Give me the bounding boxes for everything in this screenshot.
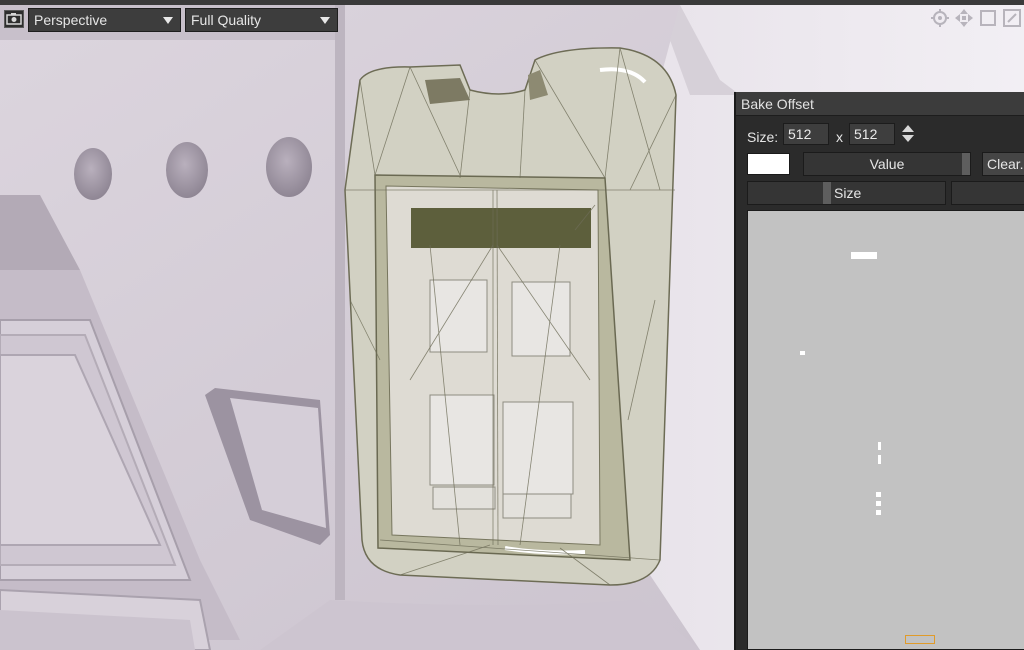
texture-mark <box>878 442 881 450</box>
chevron-down-icon <box>320 17 330 24</box>
clear-button[interactable]: Clear... <box>982 152 1024 176</box>
texture-mark <box>876 501 881 506</box>
slider-handle[interactable] <box>962 153 970 175</box>
texture-mark <box>876 510 881 515</box>
uv-highlight <box>905 635 935 644</box>
chevron-down-icon <box>163 17 173 24</box>
bake-offset-panel: Bake Offset Size: 512 x 512 Value Clear.… <box>734 92 1024 650</box>
size-slider[interactable]: Size <box>747 181 946 205</box>
color-swatch[interactable] <box>747 153 790 175</box>
view-mode-label: Perspective <box>34 12 108 28</box>
camera-icon[interactable] <box>4 10 24 28</box>
value-slider-label: Value <box>869 156 905 172</box>
size-label: Size: <box>747 129 779 145</box>
slider-handle[interactable] <box>823 182 831 204</box>
texture-mark <box>878 455 881 464</box>
size-spinner[interactable] <box>901 124 915 144</box>
size-slider-label: Size <box>834 185 862 201</box>
increment-icon[interactable] <box>902 125 914 132</box>
move-icon[interactable] <box>954 8 974 28</box>
viewport-nav-icons <box>930 8 1022 28</box>
quality-label: Full Quality <box>191 12 262 28</box>
height-field[interactable]: 512 <box>849 123 895 145</box>
value-slider[interactable]: Value <box>803 152 971 176</box>
decrement-icon[interactable] <box>902 135 914 142</box>
settings-icon[interactable] <box>930 8 950 28</box>
bake-offset-canvas[interactable] <box>747 210 1024 650</box>
texture-mark <box>851 252 877 259</box>
dimension-separator: x <box>836 129 843 145</box>
width-field[interactable]: 512 <box>783 123 829 145</box>
edit-icon[interactable] <box>1002 8 1022 28</box>
frame-icon[interactable] <box>978 8 998 28</box>
secondary-slider[interactable] <box>951 181 1024 205</box>
quality-dropdown[interactable]: Full Quality <box>185 8 338 32</box>
view-mode-dropdown[interactable]: Perspective <box>28 8 181 32</box>
texture-mark <box>800 351 805 355</box>
panel-title[interactable]: Bake Offset <box>736 92 1024 116</box>
texture-mark <box>876 492 881 497</box>
